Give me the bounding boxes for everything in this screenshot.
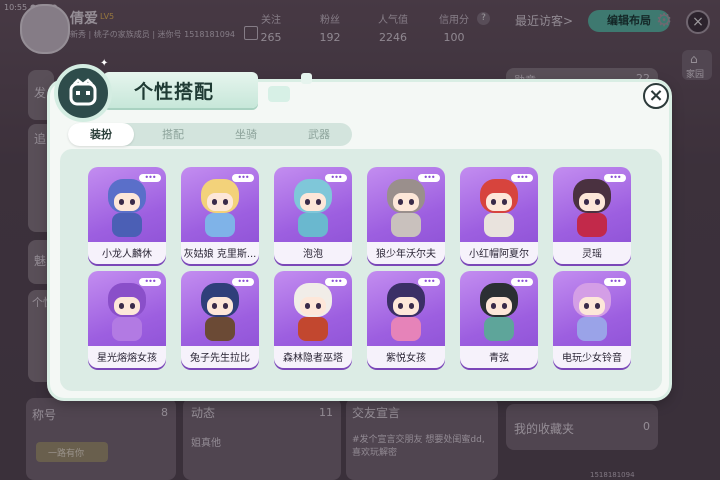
- sparkle-icon: ✦: [100, 58, 109, 69]
- skin-name: 灵瑶: [582, 249, 602, 260]
- skin-card[interactable]: ••• 泡泡: [274, 167, 352, 264]
- skin-name: 狼少年沃尔夫: [376, 249, 436, 260]
- character-eye: [316, 199, 321, 205]
- character-eye: [212, 303, 217, 309]
- character-figure: [383, 281, 429, 341]
- character-outfit: [112, 317, 142, 341]
- character-figure: [290, 281, 336, 341]
- character-outfit: [484, 213, 514, 237]
- tab-match[interactable]: 搭配: [140, 123, 206, 146]
- character-figure: [104, 177, 150, 237]
- skin-name: 小红帽阿夏尔: [469, 249, 529, 260]
- character-figure: [569, 177, 615, 237]
- character-outfit: [577, 317, 607, 341]
- character-face: [207, 193, 233, 211]
- character-eye: [223, 303, 228, 309]
- character-figure: [476, 177, 522, 237]
- character-eye: [584, 199, 589, 205]
- character-eye: [398, 303, 403, 309]
- character-eye: [584, 303, 589, 309]
- character-outfit: [205, 213, 235, 237]
- character-figure: [476, 281, 522, 341]
- skin-name: 泡泡: [303, 249, 323, 260]
- character-outfit: [298, 317, 328, 341]
- character-outfit: [391, 213, 421, 237]
- character-outfit: [577, 213, 607, 237]
- skin-name: 灰姑娘 克里斯...: [183, 249, 257, 260]
- character-face: [300, 297, 326, 315]
- skin-card[interactable]: ••• 兔子先生拉比: [181, 271, 259, 368]
- character-eye: [305, 199, 310, 205]
- outfit-mask-icon: [54, 64, 112, 122]
- character-outfit: [484, 317, 514, 341]
- modal-title: 个性搭配: [134, 81, 215, 103]
- character-eye: [305, 303, 310, 309]
- skin-card[interactable]: ••• 青弦: [460, 271, 538, 368]
- character-figure: [569, 281, 615, 341]
- skin-name: 兔子先生拉比: [190, 353, 250, 364]
- character-eye: [409, 199, 414, 205]
- tab-outfit[interactable]: 装扮: [68, 123, 134, 146]
- character-face: [114, 193, 140, 211]
- skin-card[interactable]: ••• 灰姑娘 克里斯...: [181, 167, 259, 264]
- character-figure: [197, 177, 243, 237]
- character-outfit: [298, 213, 328, 237]
- skin-name: 小龙人麟休: [102, 249, 152, 260]
- character-figure: [104, 281, 150, 341]
- title-decoration-small: [301, 73, 312, 84]
- character-face: [300, 193, 326, 211]
- character-eye: [409, 303, 414, 309]
- character-eye: [212, 199, 217, 205]
- skin-name: 星光熔熔女孩: [97, 353, 157, 364]
- character-eye: [502, 199, 507, 205]
- skin-card[interactable]: ••• 森林隐者巫塔: [274, 271, 352, 368]
- character-eye: [223, 199, 228, 205]
- skin-name: 电玩少女铃音: [562, 353, 622, 364]
- character-eye: [491, 303, 496, 309]
- skin-card[interactable]: ••• 灵瑶: [553, 167, 631, 264]
- character-eye: [398, 199, 403, 205]
- character-eye: [130, 199, 135, 205]
- character-face: [486, 297, 512, 315]
- character-eye: [595, 303, 600, 309]
- tab-mount[interactable]: 坐骑: [213, 123, 279, 146]
- outfit-tabs: 装扮 搭配 坐骑 武器: [68, 123, 352, 146]
- character-face: [486, 193, 512, 211]
- character-outfit: [112, 213, 142, 237]
- character-eye: [119, 199, 124, 205]
- character-face: [393, 193, 419, 211]
- skin-card[interactable]: ••• 小红帽阿夏尔: [460, 167, 538, 264]
- character-eye: [316, 303, 321, 309]
- character-eye: [130, 303, 135, 309]
- skin-name: 森林隐者巫塔: [283, 353, 343, 364]
- character-outfit: [391, 317, 421, 341]
- character-face: [579, 193, 605, 211]
- skin-card[interactable]: ••• 星光熔熔女孩: [88, 271, 166, 368]
- character-face: [393, 297, 419, 315]
- character-eye: [502, 303, 507, 309]
- tab-weapon[interactable]: 武器: [286, 123, 352, 146]
- skin-card[interactable]: ••• 紫悦女孩: [367, 271, 445, 368]
- skin-card[interactable]: ••• 电玩少女铃音: [553, 271, 631, 368]
- character-face: [579, 297, 605, 315]
- skin-name: 紫悦女孩: [386, 353, 426, 364]
- title-decoration: [268, 86, 290, 102]
- character-face: [207, 297, 233, 315]
- character-face: [114, 297, 140, 315]
- skin-card[interactable]: ••• 狼少年沃尔夫: [367, 167, 445, 264]
- character-eye: [491, 199, 496, 205]
- skin-name: 青弦: [489, 353, 509, 364]
- character-eye: [119, 303, 124, 309]
- character-eye: [595, 199, 600, 205]
- character-outfit: [205, 317, 235, 341]
- character-figure: [197, 281, 243, 341]
- character-figure: [383, 177, 429, 237]
- skin-card[interactable]: ••• 小龙人麟休: [88, 167, 166, 264]
- close-button[interactable]: ×: [643, 83, 669, 109]
- character-figure: [290, 177, 336, 237]
